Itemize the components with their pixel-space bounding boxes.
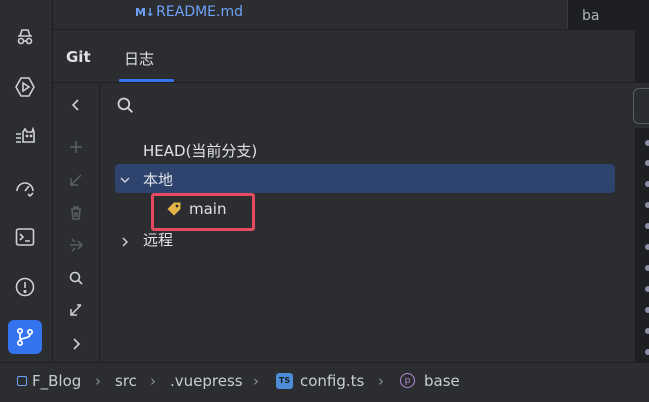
file-tab-label: README.md [156, 4, 244, 20]
cat-icon[interactable] [8, 120, 42, 154]
commit-dot [645, 202, 649, 208]
breadcrumb-item-vuepress[interactable]: .vuepress [170, 372, 243, 390]
log-search-field[interactable] [633, 88, 649, 124]
incognito-icon[interactable] [8, 20, 42, 54]
module-icon [17, 376, 27, 386]
checkout-icon [65, 169, 87, 191]
commit-dot [645, 140, 649, 146]
branches-toolbar [53, 83, 100, 362]
chevron-down-icon[interactable] [119, 171, 131, 190]
editor-tab-right[interactable]: ba [567, 0, 649, 29]
tab-git[interactable]: Git [66, 48, 91, 66]
branch-search-icon[interactable] [116, 96, 134, 118]
head-branch-node[interactable]: HEAD(当前分支) [143, 140, 257, 161]
merge-icon [65, 234, 87, 256]
breadcrumb-separator: › [378, 372, 384, 390]
branches-panel: HEAD(当前分支) 本地 main 远程 [100, 83, 635, 362]
breadcrumb-item-base[interactable]: base [424, 372, 460, 390]
commit-dot [645, 307, 649, 313]
commit-dot [645, 244, 649, 250]
breadcrumb: F_Blog › src › .vuepress › TS config.ts … [0, 362, 649, 402]
typescript-icon: TS [276, 373, 293, 389]
commit-dot [645, 265, 649, 271]
git-tool-window-header: Git 日志 [53, 30, 635, 83]
local-branches-node[interactable] [115, 164, 615, 193]
markdown-icon: M↓ [135, 5, 155, 19]
delete-icon [65, 202, 87, 224]
breadcrumb-separator: › [150, 372, 156, 390]
commit-dot [645, 328, 649, 334]
collapse-left-icon[interactable] [65, 94, 87, 116]
git-branch-icon[interactable] [8, 320, 42, 354]
commit-dot [645, 349, 649, 355]
tab-log[interactable]: 日志 [124, 48, 154, 69]
expand-right-icon[interactable] [65, 333, 87, 355]
local-branches-label: 本地 [143, 171, 174, 189]
readme-file-tab[interactable]: M↓ README.md [135, 4, 243, 20]
run-icon[interactable] [8, 70, 42, 104]
terminal-icon[interactable] [8, 220, 42, 254]
breadcrumb-item-project[interactable]: F_Blog [32, 372, 81, 390]
add-icon [65, 136, 87, 158]
highlight-annotation [151, 193, 255, 231]
commit-dot [645, 181, 649, 187]
chevron-right-icon[interactable] [119, 233, 131, 252]
breadcrumb-item-src[interactable]: src [115, 372, 137, 390]
commit-dot [645, 160, 649, 166]
active-tab-indicator [119, 79, 174, 82]
speed-icon[interactable] [8, 170, 42, 204]
commit-dot [645, 286, 649, 292]
property-icon: p [400, 373, 415, 388]
search-icon[interactable] [65, 267, 87, 289]
tool-window-strip [0, 0, 53, 362]
remote-branches-node[interactable]: 远程 [143, 229, 173, 250]
breadcrumb-item-config[interactable]: config.ts [300, 372, 364, 390]
breadcrumb-separator: › [95, 372, 101, 390]
expand-arrows-icon[interactable] [65, 299, 87, 321]
breadcrumb-separator: › [253, 372, 259, 390]
commit-dot [645, 223, 649, 229]
problems-icon[interactable] [8, 270, 42, 304]
